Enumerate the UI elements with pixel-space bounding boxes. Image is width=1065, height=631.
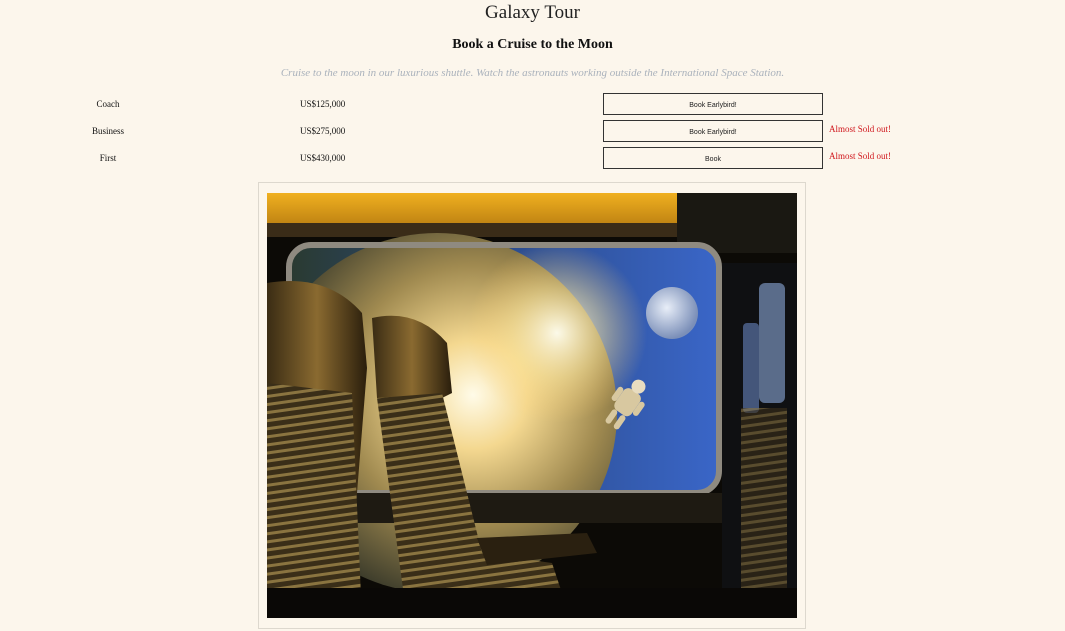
ticket-price: US$125,000: [300, 99, 346, 109]
ticket-class: Coach: [96, 99, 120, 109]
photo-frame: [258, 182, 806, 629]
book-business-button[interactable]: Book Earlybird!: [603, 120, 823, 142]
ticket-price: US$275,000: [300, 126, 346, 136]
page-subtitle: Book a Cruise to the Moon: [452, 37, 613, 52]
ticket-row-first: First US$430,000 Book Almost Sold out!: [0, 147, 1065, 171]
page-title: Galaxy Tour: [485, 2, 580, 23]
sold-out-note: Almost Sold out!: [829, 124, 892, 134]
ticket-class: Business: [91, 126, 124, 136]
sold-out-note: Almost Sold out!: [829, 151, 892, 161]
page-description: Cruise to the moon in our luxurious shut…: [280, 67, 785, 79]
shuttle-window-photo: [267, 193, 797, 618]
ticket-price: US$430,000: [300, 153, 346, 163]
book-first-button[interactable]: Book: [603, 147, 823, 169]
book-coach-button[interactable]: Book Earlybird!: [603, 93, 823, 115]
ticket-row-coach: Coach US$125,000 Book Earlybird!: [0, 93, 1065, 117]
ticket-row-business: Business US$275,000 Book Earlybird! Almo…: [0, 120, 1065, 144]
ticket-class: First: [99, 153, 117, 163]
